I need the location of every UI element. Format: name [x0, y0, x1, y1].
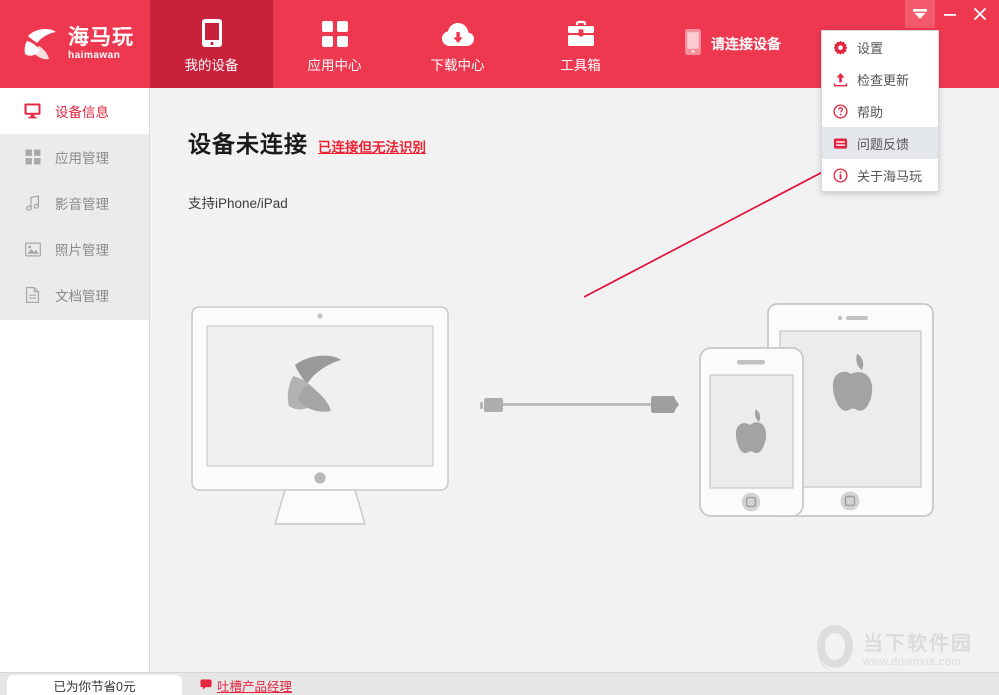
speech-bubble-icon — [200, 679, 212, 693]
menu-item-label: 问题反馈 — [857, 134, 909, 153]
brand-name-cn: 海马玩 — [68, 27, 134, 48]
iphone-illustration — [700, 348, 803, 516]
headline-text: 设备未连接 — [188, 125, 308, 159]
chevron-down-icon — [912, 8, 928, 20]
phone-outline-icon — [684, 28, 702, 61]
watermark-text: 当下软件园 www.downxia.com — [863, 633, 973, 669]
desktop-monitor-illustration — [192, 307, 448, 524]
nav-label: 我的设备 — [185, 54, 239, 74]
sidebar-item-device-info[interactable]: 设备信息 — [0, 88, 149, 134]
upload-icon — [833, 72, 848, 87]
sidebar-item-document-manage[interactable]: 文档管理 — [0, 272, 149, 318]
nav-tab-app-center[interactable]: 应用中心 — [273, 0, 396, 88]
main-navigation: 我的设备 应用中心 — [150, 0, 642, 88]
device-status-label: 请连接设备 — [711, 34, 781, 54]
menu-item-feedback[interactable]: 问题反馈 — [822, 127, 938, 159]
toolbox-icon — [567, 14, 595, 48]
close-button[interactable] — [965, 0, 995, 28]
minimize-button[interactable] — [935, 0, 965, 28]
grid-icon — [24, 149, 41, 166]
nav-tab-my-device[interactable]: 我的设备 — [150, 0, 273, 88]
sidebar-item-label: 应用管理 — [55, 147, 109, 167]
status-bar: 已为你节省0元 吐槽产品经理 — [0, 672, 999, 695]
close-icon — [973, 7, 987, 21]
menu-item-label: 关于海马玩 — [857, 166, 922, 185]
menu-item-about[interactable]: 关于海马玩 — [822, 159, 938, 191]
sidebar-item-label: 文档管理 — [55, 285, 109, 305]
nav-label: 工具箱 — [560, 54, 601, 74]
window-controls — [905, 0, 995, 28]
question-circle-icon — [833, 104, 848, 119]
page-title: 设备未连接 已连接但无法识别 — [188, 125, 426, 159]
cloud-download-icon — [441, 14, 475, 48]
ipad-illustration — [768, 304, 933, 516]
monitor-icon — [24, 103, 41, 120]
savings-tab[interactable]: 已为你节省0元 — [7, 675, 182, 695]
savings-label: 已为你节省0元 — [54, 676, 136, 695]
usb-cable-illustration — [480, 396, 679, 413]
headline-link[interactable]: 已连接但无法识别 — [318, 136, 426, 156]
feedback-link[interactable]: 吐槽产品经理 — [200, 676, 292, 695]
image-icon — [24, 241, 41, 258]
feedback-label: 吐槽产品经理 — [217, 676, 292, 695]
phone-icon — [201, 14, 223, 48]
menu-item-label: 设置 — [857, 38, 883, 57]
menu-item-check-update[interactable]: 检查更新 — [822, 63, 938, 95]
menu-item-settings[interactable]: 设置 — [822, 31, 938, 63]
menu-dropdown-button[interactable] — [905, 0, 935, 28]
settings-dropdown-menu: 设置 检查更新 帮助 — [821, 30, 939, 192]
nav-tab-download-center[interactable]: 下载中心 — [396, 0, 519, 88]
sidebar-item-app-manage[interactable]: 应用管理 — [0, 134, 149, 180]
brand-logo: 海马玩 haimawan — [0, 0, 150, 88]
menu-item-label: 帮助 — [857, 102, 883, 121]
nav-label: 下载中心 — [431, 54, 485, 74]
application-window: 海马玩 haimawan 我的设备 — [0, 0, 999, 695]
sidebar-item-label: 设备信息 — [55, 101, 109, 121]
info-circle-icon — [833, 168, 848, 183]
minimize-icon — [943, 8, 957, 20]
support-text: 支持iPhone/iPad — [188, 192, 288, 212]
watermark: 当下软件园 www.downxia.com — [812, 622, 973, 679]
nav-tab-toolbox[interactable]: 工具箱 — [519, 0, 642, 88]
watermark-logo-icon — [812, 622, 858, 679]
seahorse-logo-icon — [22, 25, 62, 63]
grid-icon — [321, 14, 349, 48]
brand-name-en: haimawan — [68, 51, 120, 61]
nav-label: 应用中心 — [308, 54, 362, 74]
watermark-url: www.downxia.com — [863, 656, 973, 669]
sidebar-navigation: 设备信息 应用管理 影音管理 — [0, 88, 150, 320]
sidebar-item-photo-manage[interactable]: 照片管理 — [0, 226, 149, 272]
message-icon — [833, 136, 848, 151]
device-status-indicator[interactable]: 请连接设备 — [684, 0, 781, 88]
sidebar-item-media-manage[interactable]: 影音管理 — [0, 180, 149, 226]
gear-icon — [833, 40, 848, 55]
music-note-icon — [24, 195, 41, 212]
sidebar-empty-area — [0, 320, 150, 672]
sidebar-item-label: 影音管理 — [55, 193, 109, 213]
document-icon — [24, 287, 41, 304]
sidebar-item-label: 照片管理 — [55, 239, 109, 259]
brand-wordmark: 海马玩 haimawan — [68, 27, 134, 61]
menu-item-label: 检查更新 — [857, 70, 909, 89]
watermark-title: 当下软件园 — [863, 633, 973, 656]
menu-item-help[interactable]: 帮助 — [822, 95, 938, 127]
